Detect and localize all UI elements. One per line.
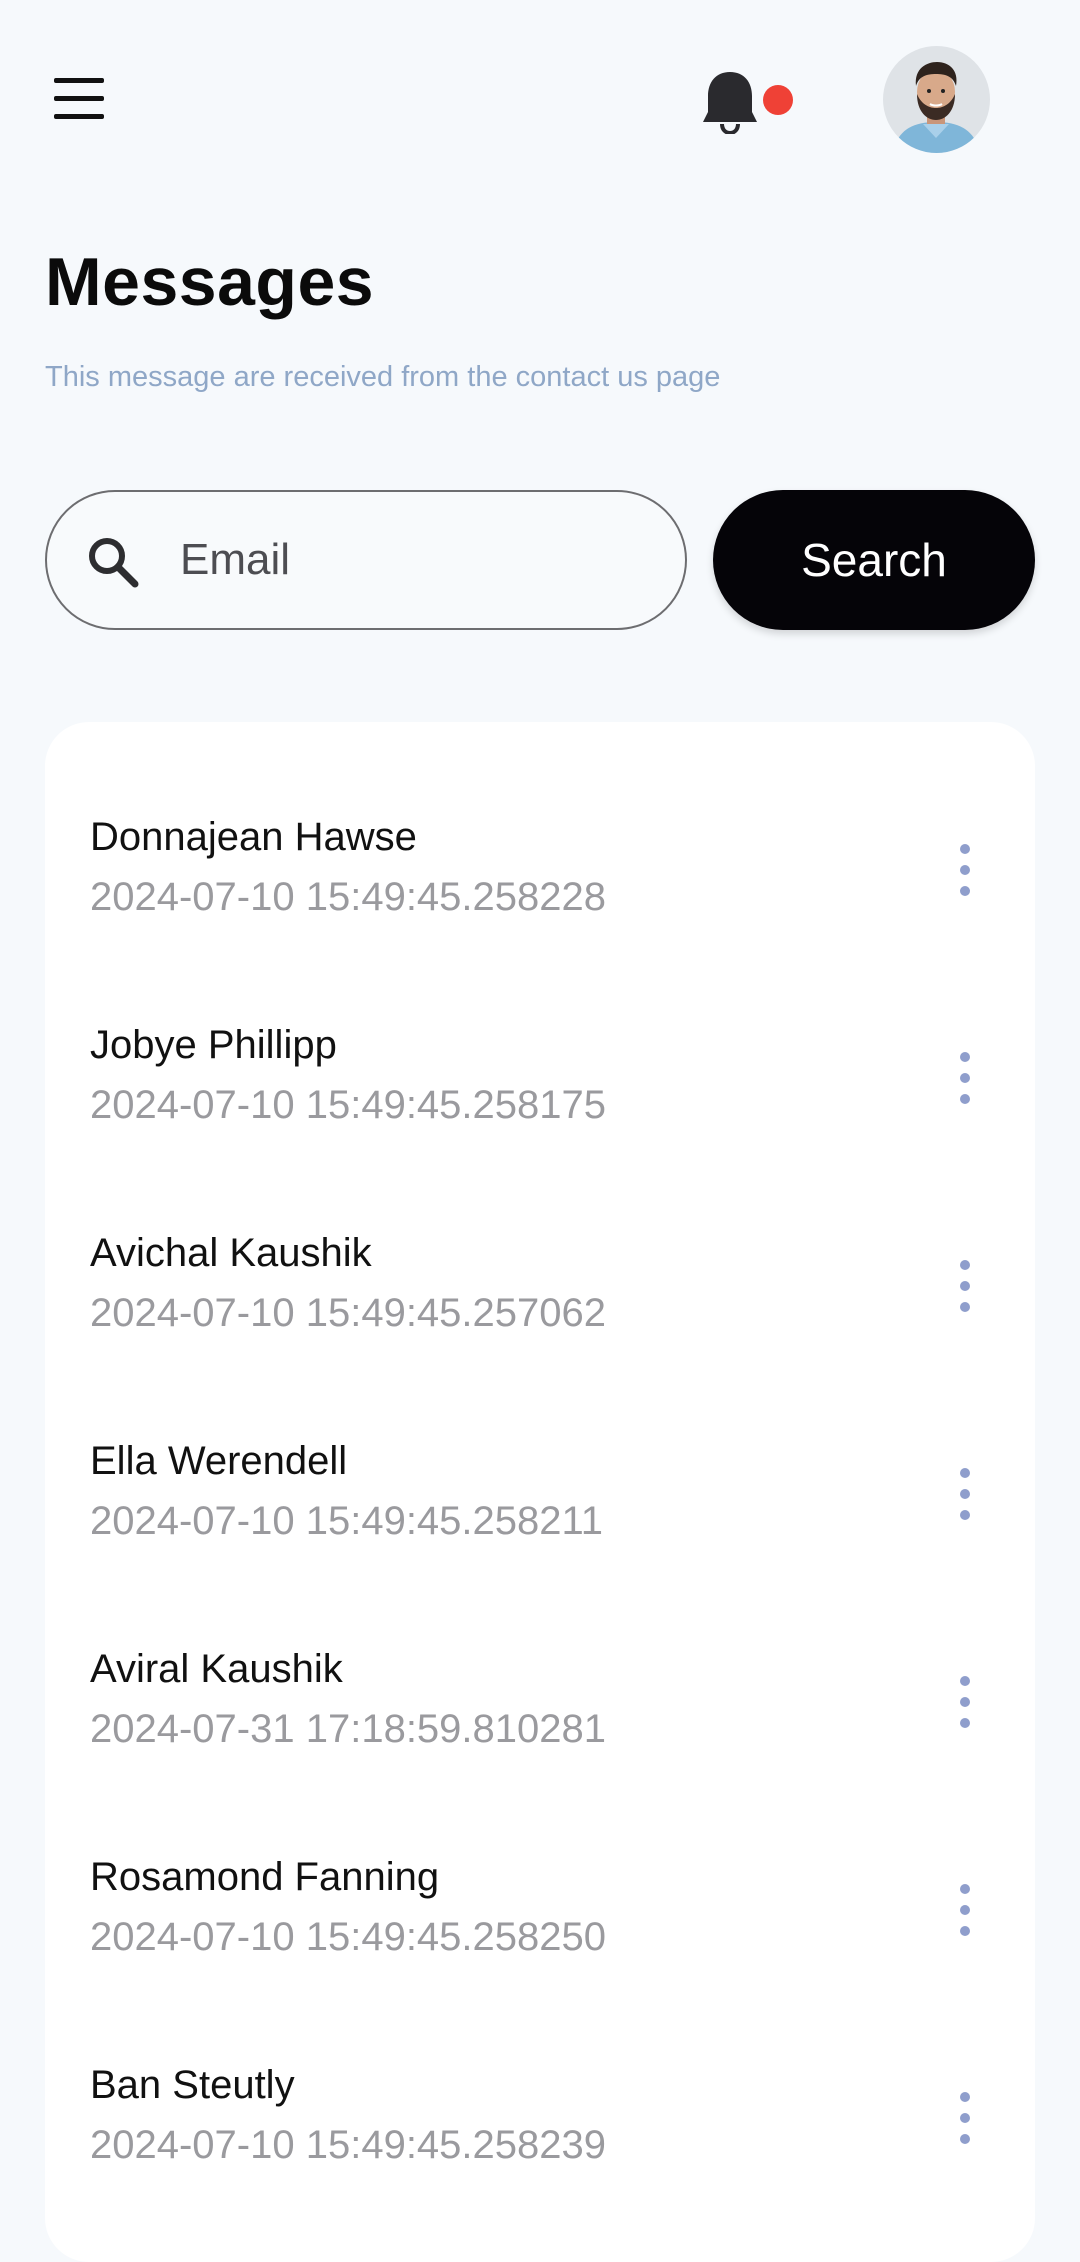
- message-timestamp: 2024-07-10 15:49:45.258228: [90, 875, 607, 919]
- message-timestamp: 2024-07-10 15:49:45.258175: [90, 1083, 607, 1127]
- message-list-item[interactable]: Avichal Kaushik 2024-07-10 15:49:45.2570…: [45, 1138, 1035, 1346]
- messages-list: Donnajean Hawse 2024-07-10 15:49:45.2582…: [45, 722, 1035, 2262]
- message-list-item[interactable]: Rosamond Fanning 2024-07-10 15:49:45.258…: [45, 1762, 1035, 1970]
- page-title: Messages: [45, 244, 375, 320]
- search-button[interactable]: Search: [713, 490, 1035, 630]
- message-list-item[interactable]: Ban Steutly 2024-07-10 15:49:45.258239: [45, 1970, 1035, 2178]
- more-options-icon[interactable]: [945, 1464, 985, 1524]
- message-list-item[interactable]: Ella Werendell 2024-07-10 15:49:45.25821…: [45, 1346, 1035, 1554]
- email-search-input[interactable]: [180, 522, 650, 598]
- sender-name: Donnajean Hawse: [90, 815, 417, 859]
- search-icon: [89, 538, 139, 588]
- more-options-icon[interactable]: [945, 1880, 985, 1940]
- message-timestamp: 2024-07-10 15:49:45.258239: [90, 2123, 607, 2167]
- more-options-icon[interactable]: [945, 1256, 985, 1316]
- avatar[interactable]: [883, 46, 990, 153]
- sender-name: Jobye Phillipp: [90, 1023, 337, 1067]
- sender-name: Rosamond Fanning: [90, 1855, 440, 1899]
- more-options-icon[interactable]: [945, 840, 985, 900]
- message-list-item[interactable]: Donnajean Hawse 2024-07-10 15:49:45.2582…: [45, 722, 1035, 930]
- message-timestamp: 2024-07-10 15:49:45.257062: [90, 1291, 607, 1335]
- search-field[interactable]: [45, 490, 687, 630]
- sender-name: Aviral Kaushik: [90, 1647, 343, 1691]
- page-subtitle: This message are received from the conta…: [45, 361, 721, 393]
- message-timestamp: 2024-07-10 15:49:45.258211: [90, 1499, 604, 1543]
- sender-name: Ella Werendell: [90, 1439, 348, 1483]
- sender-name: Ban Steutly: [90, 2063, 295, 2107]
- more-options-icon[interactable]: [945, 1048, 985, 1108]
- notifications-button[interactable]: [700, 68, 800, 134]
- notification-badge: [763, 85, 793, 115]
- user-avatar-image: [883, 46, 990, 153]
- message-list-item[interactable]: Jobye Phillipp 2024-07-10 15:49:45.25817…: [45, 930, 1035, 1138]
- bell-icon: [703, 72, 757, 134]
- message-timestamp: 2024-07-31 17:18:59.810281: [90, 1707, 607, 1751]
- message-list-item[interactable]: Aviral Kaushik 2024-07-31 17:18:59.81028…: [45, 1554, 1035, 1762]
- top-app-bar: [0, 0, 1080, 200]
- more-options-icon[interactable]: [945, 2088, 985, 2148]
- more-options-icon[interactable]: [945, 1672, 985, 1732]
- sender-name: Avichal Kaushik: [90, 1231, 372, 1275]
- message-timestamp: 2024-07-10 15:49:45.258250: [90, 1915, 607, 1959]
- hamburger-menu-icon[interactable]: [50, 76, 108, 122]
